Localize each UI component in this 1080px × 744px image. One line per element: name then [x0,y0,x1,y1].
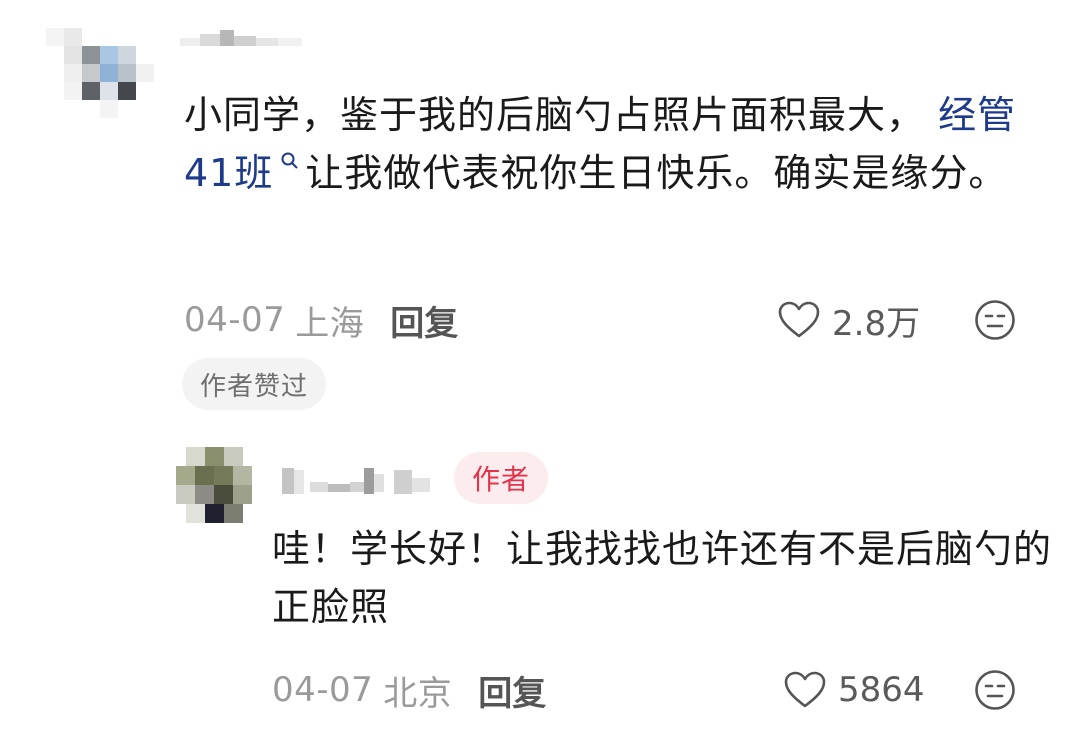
comment-body: 小同学，鉴于我的后脑勺占照片面积最大， 经管41班 让我做代表祝你生日快乐。确实是… [184,86,1044,202]
reply-text: 哇！学长好！让我找找也许还有不是后脑勺的正脸照 [272,527,1053,629]
meh-face-icon[interactable] [974,669,1016,711]
heart-outline-icon [784,671,826,708]
like-count: 2.8万 [832,303,921,344]
comment-text-continued: 让我做代表祝你生日快乐。确实是缘分。 [305,151,1008,195]
reply-date: 04-07 [272,670,374,710]
reply-meta: 04-07 北京 回复 [272,666,546,714]
like-button[interactable]: 2.8万 [778,296,920,344]
author-badge: 作者 [454,452,549,504]
heart-outline-icon [778,301,820,338]
reply-like-count: 5864 [838,670,925,710]
commenter-name[interactable] [180,24,320,54]
comment-text: 小同学，鉴于我的后脑勺占照片面积最大， [184,93,926,137]
search-icon [281,152,299,169]
reply-like-button[interactable]: 5864 [784,666,925,714]
author-badge-label: 作者 [472,463,531,496]
comment-location: 上海 [295,303,365,344]
reply-button[interactable]: 回复 [390,296,458,345]
author-name[interactable] [276,456,446,500]
author-liked-tag: 作者赞过 [182,358,327,410]
commenter-avatar[interactable] [46,10,166,120]
author-liked-label: 作者赞过 [200,371,309,402]
reply-reply-button[interactable]: 回复 [478,666,546,715]
reply-location: 北京 [383,673,453,714]
author-avatar[interactable] [176,447,252,523]
comment-thread: 小同学，鉴于我的后脑勺占照片面积最大， 经管41班 让我做代表祝你生日快乐。确实是… [0,0,1080,744]
reply-body: 哇！学长好！让我找找也许还有不是后脑勺的正脸照 [272,520,1052,636]
comment-date: 04-07 [184,300,286,340]
comment-meta: 04-07 上海 回复 [184,296,458,344]
meh-face-icon[interactable] [974,299,1016,341]
